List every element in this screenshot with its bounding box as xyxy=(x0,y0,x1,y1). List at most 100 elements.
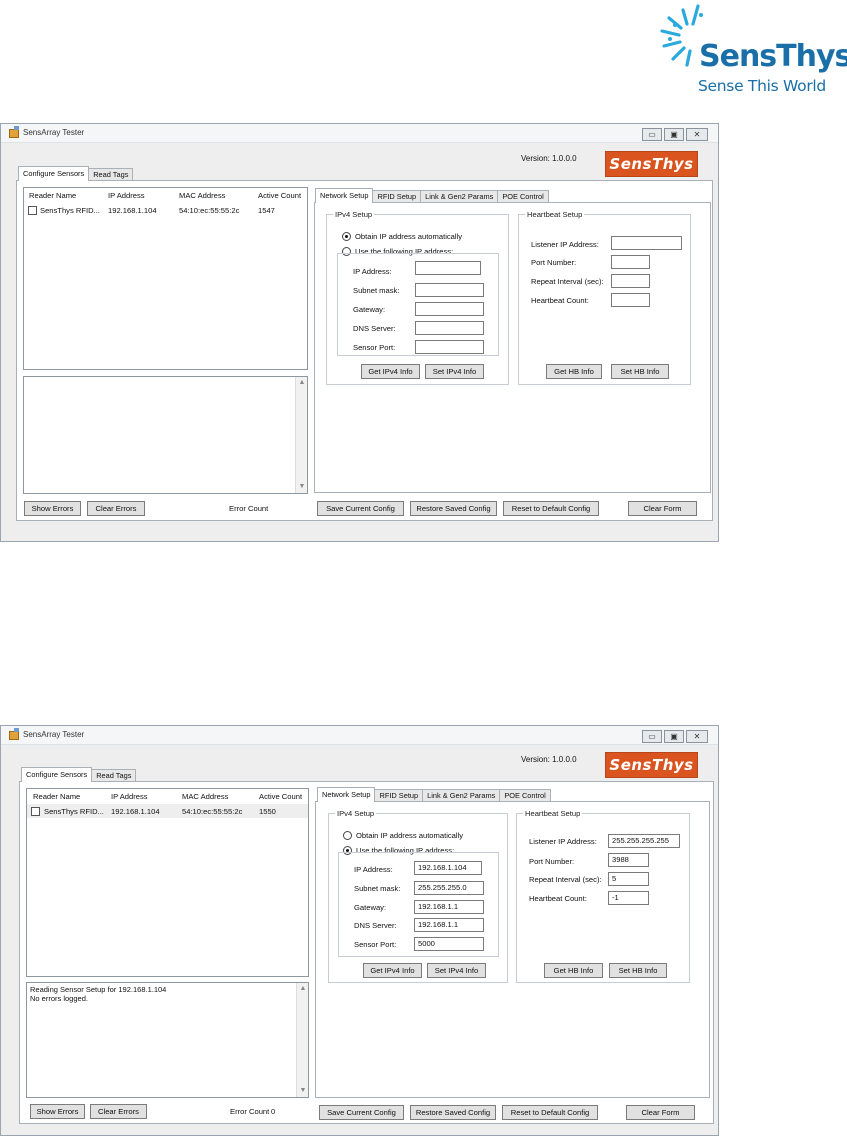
reader-list[interactable]: Reader Name IP Address MAC Address Activ… xyxy=(23,187,308,370)
col-mac-address[interactable]: MAC Address xyxy=(179,191,225,200)
sensor-port-field[interactable] xyxy=(415,340,484,354)
show-errors-button[interactable]: Show Errors xyxy=(30,1104,85,1119)
tab-configure-sensors[interactable]: Configure Sensors xyxy=(21,767,93,782)
listener-ip-field[interactable]: 255.255.255.255 xyxy=(608,834,680,848)
chevron-up-icon[interactable]: ▲ xyxy=(299,985,307,993)
tab-network-setup[interactable]: Network Setup xyxy=(315,188,374,203)
ip-address-field[interactable] xyxy=(415,261,481,275)
chevron-up-icon[interactable]: ▲ xyxy=(298,379,306,387)
reader-ip: 192.168.1.104 xyxy=(111,807,160,816)
port-number-field[interactable] xyxy=(611,255,650,269)
get-hb-info-button[interactable]: Get HB Info xyxy=(544,963,603,978)
col-ip-address[interactable]: IP Address xyxy=(108,191,145,200)
table-row[interactable]: SensThys RFID... 192.168.1.104 54:10:ec:… xyxy=(24,203,307,217)
dns-server-field[interactable]: 192.168.1.1 xyxy=(414,918,484,932)
reset-default-config-button[interactable]: Reset to Default Config xyxy=(503,501,599,516)
subnet-mask-field[interactable] xyxy=(415,283,484,297)
set-ipv4-info-button[interactable]: Set IPv4 Info xyxy=(427,963,486,978)
reset-default-config-button[interactable]: Reset to Default Config xyxy=(502,1105,598,1120)
col-active-count[interactable]: Active Count xyxy=(258,191,301,200)
reader-mac: 54:10:ec:55:55:2c xyxy=(182,807,243,816)
clear-errors-button[interactable]: Clear Errors xyxy=(90,1104,147,1119)
sensor-port-field[interactable]: 5000 xyxy=(414,937,484,951)
log-scrollbar[interactable]: ▲ ▼ xyxy=(296,983,308,1097)
log-textbox[interactable]: Reading Sensor Setup for 192.168.1.104 N… xyxy=(26,982,309,1098)
tab-network-setup[interactable]: Network Setup xyxy=(317,787,376,802)
reader-list[interactable]: Reader Name IP Address MAC Address Activ… xyxy=(26,788,309,977)
tab-configure-sensors[interactable]: Configure Sensors xyxy=(18,166,90,181)
gateway-label: Gateway: xyxy=(354,903,387,912)
clear-errors-button[interactable]: Clear Errors xyxy=(87,501,145,516)
restore-saved-config-button[interactable]: Restore Saved Config xyxy=(410,1105,496,1120)
table-row[interactable]: SensThys RFID... 192.168.1.104 54:10:ec:… xyxy=(27,804,308,818)
heartbeat-count-label: Heartbeat Count: xyxy=(529,894,587,903)
log-scrollbar[interactable]: ▲ ▼ xyxy=(295,377,307,493)
sensthys-logo: SensThys xyxy=(605,151,698,177)
reader-count: 1547 xyxy=(258,206,275,215)
minimize-icon[interactable]: ▭ xyxy=(642,128,662,141)
repeat-interval-field[interactable] xyxy=(611,274,650,288)
dns-server-field[interactable] xyxy=(415,321,484,335)
heartbeat-count-field[interactable] xyxy=(611,293,650,307)
sensor-port-label: Sensor Port: xyxy=(353,343,396,352)
col-reader-name[interactable]: Reader Name xyxy=(29,191,76,200)
set-ipv4-info-button[interactable]: Set IPv4 Info xyxy=(425,364,484,379)
log-line: No errors logged. xyxy=(30,994,88,1003)
maximize-icon[interactable]: ▣ xyxy=(664,128,684,141)
clear-form-button[interactable]: Clear Form xyxy=(626,1105,695,1120)
heartbeat-setup-title: Heartbeat Setup xyxy=(525,210,585,219)
app-icon xyxy=(9,126,19,138)
set-hb-info-button[interactable]: Set HB Info xyxy=(609,963,667,978)
sensthys-header-logo: SensThys Sense This World xyxy=(652,2,847,98)
subnet-mask-field[interactable]: 255.255.255.0 xyxy=(414,881,484,895)
gateway-field[interactable]: 192.168.1.1 xyxy=(414,900,484,914)
repeat-interval-label: Repeat Interval (sec): xyxy=(531,277,604,286)
chevron-down-icon[interactable]: ▼ xyxy=(298,483,306,491)
reader-checkbox[interactable] xyxy=(31,807,40,816)
reader-count: 1550 xyxy=(259,807,276,816)
close-icon[interactable]: ✕ xyxy=(686,730,708,743)
maximize-icon[interactable]: ▣ xyxy=(664,730,684,743)
show-errors-button[interactable]: Show Errors xyxy=(24,501,81,516)
col-mac-address[interactable]: MAC Address xyxy=(182,792,228,801)
close-icon[interactable]: ✕ xyxy=(686,128,708,141)
reader-checkbox[interactable] xyxy=(28,206,37,215)
subnet-mask-label: Subnet mask: xyxy=(353,286,400,295)
listener-ip-label: Listener IP Address: xyxy=(531,240,599,249)
save-current-config-button[interactable]: Save Current Config xyxy=(317,501,404,516)
restore-saved-config-button[interactable]: Restore Saved Config xyxy=(410,501,497,516)
col-active-count[interactable]: Active Count xyxy=(259,792,302,801)
title-bar: SensArray Tester ▭ ▣ ✕ xyxy=(1,726,718,745)
sensthys-logo: SensThys xyxy=(605,752,698,778)
get-ipv4-info-button[interactable]: Get IPv4 Info xyxy=(363,963,422,978)
radio-obtain-auto-label: Obtain IP address automatically xyxy=(355,232,463,241)
save-current-config-button[interactable]: Save Current Config xyxy=(319,1105,404,1120)
chevron-down-icon[interactable]: ▼ xyxy=(299,1087,307,1095)
port-number-field[interactable]: 3988 xyxy=(608,853,649,867)
ip-address-field[interactable]: 192.168.1.104 xyxy=(414,861,482,875)
repeat-interval-field[interactable]: 5 xyxy=(608,872,649,886)
clear-form-button[interactable]: Clear Form xyxy=(628,501,697,516)
reader-name: SensThys RFID... xyxy=(44,807,104,816)
ipv4-setup-title: IPv4 Setup xyxy=(335,809,377,818)
ipv4-setup-title: IPv4 Setup xyxy=(333,210,375,219)
reader-list-header: Reader Name IP Address MAC Address Activ… xyxy=(27,789,308,803)
col-reader-name[interactable]: Reader Name xyxy=(33,792,80,801)
error-count-value: 0 xyxy=(271,1107,276,1116)
app-window: SensArray Tester ▭ ▣ ✕ Version: 1.0.0.0 … xyxy=(0,725,719,1136)
heartbeat-count-field[interactable]: -1 xyxy=(608,891,649,905)
radio-obtain-auto-label: Obtain IP address automatically xyxy=(356,831,464,840)
get-ipv4-info-button[interactable]: Get IPv4 Info xyxy=(361,364,420,379)
get-hb-info-button[interactable]: Get HB Info xyxy=(546,364,602,379)
dns-server-label: DNS Server: xyxy=(353,324,396,333)
set-hb-info-button[interactable]: Set HB Info xyxy=(611,364,669,379)
gateway-field[interactable] xyxy=(415,302,484,316)
radio-obtain-auto[interactable] xyxy=(343,831,352,840)
radio-obtain-auto[interactable] xyxy=(342,232,351,241)
minimize-icon[interactable]: ▭ xyxy=(642,730,662,743)
reader-mac: 54:10:ec:55:55:2c xyxy=(179,206,240,215)
dns-server-label: DNS Server: xyxy=(354,921,397,930)
col-ip-address[interactable]: IP Address xyxy=(111,792,148,801)
listener-ip-field[interactable] xyxy=(611,236,682,250)
log-textbox[interactable]: ▲ ▼ xyxy=(23,376,308,494)
